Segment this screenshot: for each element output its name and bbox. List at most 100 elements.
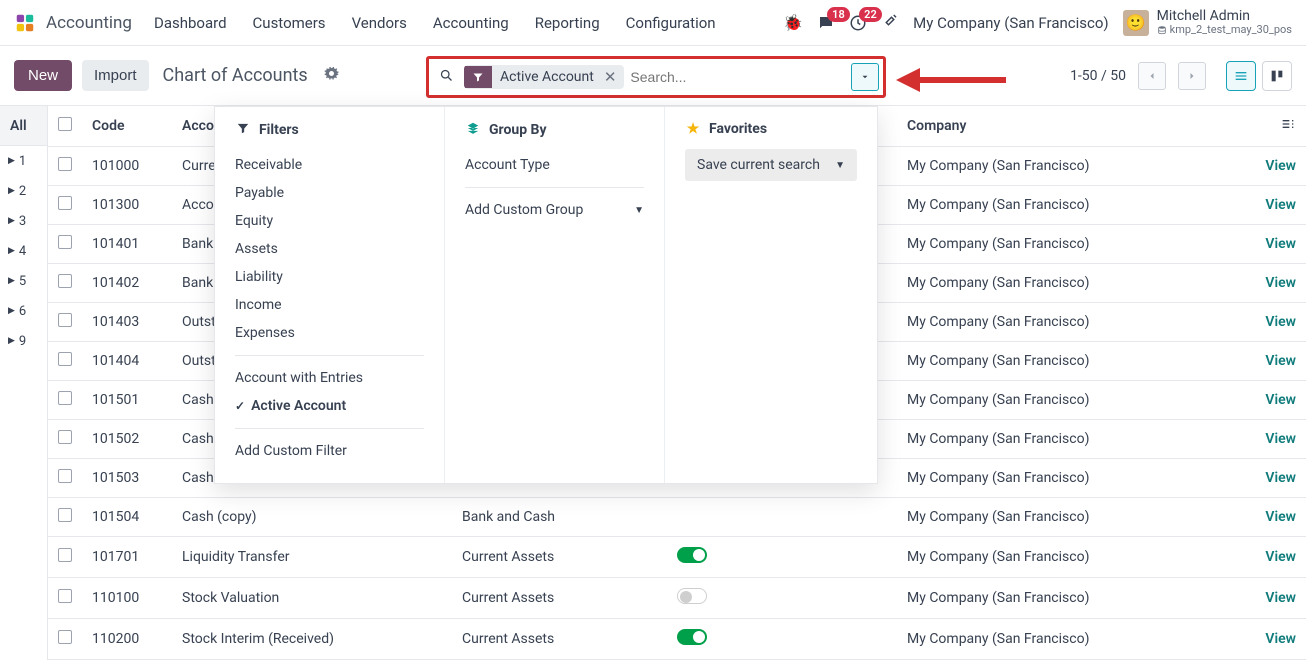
filter-payable[interactable]: Payable xyxy=(235,179,424,207)
filter-account-with-entries[interactable]: Account with Entries xyxy=(235,364,424,392)
nav-reporting[interactable]: Reporting xyxy=(535,14,600,32)
table-row[interactable]: 110100Stock ValuationCurrent AssetsMy Co… xyxy=(48,578,1306,619)
row-checkbox[interactable] xyxy=(58,352,72,366)
filter-chip-label: Active Account xyxy=(492,65,602,89)
filter-income[interactable]: Income xyxy=(235,291,424,319)
add-custom-group[interactable]: Add Custom Group▼ xyxy=(465,196,644,224)
view-link[interactable]: View xyxy=(1265,549,1296,565)
cell-code: 101000 xyxy=(82,147,172,186)
top-navbar: Accounting Dashboard Customers Vendors A… xyxy=(0,0,1306,46)
cell-company: My Company (San Francisco) xyxy=(897,537,1186,578)
view-list-button[interactable] xyxy=(1226,61,1256,91)
table-row[interactable]: 101504Cash (copy)Bank and CashMy Company… xyxy=(48,498,1306,537)
view-link[interactable]: View xyxy=(1265,353,1296,369)
filters-heading: Filters xyxy=(235,121,424,139)
view-link[interactable]: View xyxy=(1265,275,1296,291)
col-code[interactable]: Code xyxy=(82,106,172,147)
filter-equity[interactable]: Equity xyxy=(235,207,424,235)
nav-vendors[interactable]: Vendors xyxy=(352,14,407,32)
filter-active-account[interactable]: Active Account xyxy=(235,392,424,420)
save-current-search[interactable]: Save current search▼ xyxy=(685,149,857,181)
row-checkbox[interactable] xyxy=(58,196,72,210)
view-link[interactable]: View xyxy=(1265,590,1296,606)
group-account-type[interactable]: Account Type xyxy=(465,151,644,179)
debug-icon[interactable]: 🐞 xyxy=(783,13,803,32)
row-checkbox[interactable] xyxy=(58,313,72,327)
groupby-icon xyxy=(465,121,481,139)
row-checkbox[interactable] xyxy=(58,508,72,522)
cell-company: My Company (San Francisco) xyxy=(897,342,1186,381)
filter-expenses[interactable]: Expenses xyxy=(235,319,424,347)
tree-node-1[interactable]: ▶1 xyxy=(0,146,47,176)
cell-code: 101402 xyxy=(82,264,172,303)
table-row[interactable]: 101701Liquidity TransferCurrent AssetsMy… xyxy=(48,537,1306,578)
nav-accounting[interactable]: Accounting xyxy=(433,14,509,32)
user-menu[interactable]: 🙂 Mitchell Admin kmp_2_test_may_30_pos xyxy=(1123,9,1292,37)
view-link[interactable]: View xyxy=(1265,158,1296,174)
activities-icon[interactable]: 22 xyxy=(849,14,867,32)
view-link[interactable]: View xyxy=(1265,431,1296,447)
row-checkbox[interactable] xyxy=(58,235,72,249)
filter-receivable[interactable]: Receivable xyxy=(235,151,424,179)
nav-customers[interactable]: Customers xyxy=(253,14,326,32)
reconciliation-toggle[interactable] xyxy=(677,629,707,645)
tree-node-4[interactable]: ▶4 xyxy=(0,236,47,266)
view-kanban-button[interactable] xyxy=(1262,61,1292,91)
app-name[interactable]: Accounting xyxy=(46,13,132,33)
view-link[interactable]: View xyxy=(1265,197,1296,213)
table-row[interactable]: 110200Stock Interim (Received)Current As… xyxy=(48,619,1306,660)
avatar: 🙂 xyxy=(1123,10,1149,36)
row-checkbox[interactable] xyxy=(58,589,72,603)
row-checkbox[interactable] xyxy=(58,469,72,483)
row-checkbox[interactable] xyxy=(58,548,72,562)
select-all-checkbox[interactable] xyxy=(58,117,72,131)
tree-all[interactable]: All xyxy=(0,106,47,146)
filter-assets[interactable]: Assets xyxy=(235,235,424,263)
view-link[interactable]: View xyxy=(1265,392,1296,408)
favorites-heading: ★ Favorites xyxy=(685,121,857,137)
messaging-icon[interactable]: 18 xyxy=(817,14,835,32)
nav-dashboard[interactable]: Dashboard xyxy=(154,14,227,32)
tree-node-6[interactable]: ▶6 xyxy=(0,296,47,326)
tree-node-5[interactable]: ▶5 xyxy=(0,266,47,296)
view-link[interactable]: View xyxy=(1265,631,1296,647)
view-link[interactable]: View xyxy=(1265,470,1296,486)
view-link[interactable]: View xyxy=(1265,509,1296,525)
reconciliation-toggle[interactable] xyxy=(677,588,707,604)
pager-prev[interactable] xyxy=(1138,62,1166,90)
pager-text[interactable]: 1-50 / 50 xyxy=(1070,68,1126,84)
col-company[interactable]: Company xyxy=(897,106,1186,147)
cell-reconciliation xyxy=(667,498,897,537)
reconciliation-toggle[interactable] xyxy=(677,547,707,563)
row-checkbox[interactable] xyxy=(58,391,72,405)
nav-menus: Dashboard Customers Vendors Accounting R… xyxy=(154,14,716,32)
company-switcher[interactable]: My Company (San Francisco) xyxy=(913,14,1108,32)
filter-chip-remove[interactable]: ✕ xyxy=(602,68,625,86)
cell-company: My Company (San Francisco) xyxy=(897,420,1186,459)
search-input[interactable] xyxy=(630,69,845,85)
cell-reconciliation xyxy=(667,537,897,578)
import-button[interactable]: Import xyxy=(82,60,149,91)
row-checkbox[interactable] xyxy=(58,630,72,644)
pager-next[interactable] xyxy=(1178,62,1206,90)
view-link[interactable]: View xyxy=(1265,236,1296,252)
row-checkbox[interactable] xyxy=(58,430,72,444)
view-link[interactable]: View xyxy=(1265,314,1296,330)
dev-tools-icon[interactable] xyxy=(881,12,899,34)
filter-liability[interactable]: Liability xyxy=(235,263,424,291)
nav-configuration[interactable]: Configuration xyxy=(626,14,716,32)
add-custom-filter[interactable]: Add Custom Filter xyxy=(235,437,424,465)
cell-type: Current Assets xyxy=(452,578,667,619)
cell-type: Current Assets xyxy=(452,619,667,660)
tree-node-3[interactable]: ▶3 xyxy=(0,206,47,236)
tree-node-9[interactable]: ▶9 xyxy=(0,326,47,356)
row-checkbox[interactable] xyxy=(58,274,72,288)
gear-icon[interactable] xyxy=(324,66,339,85)
tree-node-2[interactable]: ▶2 xyxy=(0,176,47,206)
row-checkbox[interactable] xyxy=(58,157,72,171)
search-icon[interactable] xyxy=(439,68,454,87)
optional-columns-icon[interactable] xyxy=(1280,120,1296,136)
search-options-toggle[interactable] xyxy=(851,63,879,91)
cell-company: My Company (San Francisco) xyxy=(897,619,1186,660)
new-button[interactable]: New xyxy=(14,60,72,91)
